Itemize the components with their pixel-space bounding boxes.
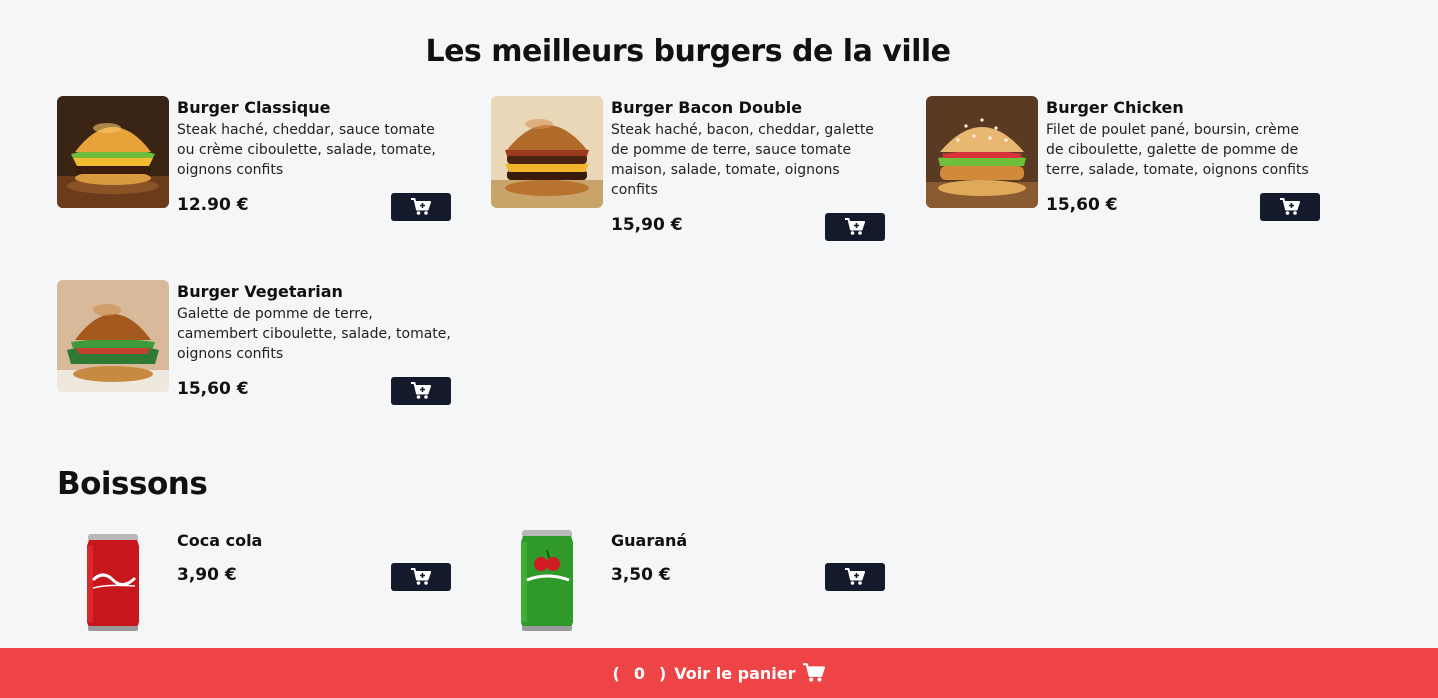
product-price: 12.90 € [177, 195, 249, 215]
add-to-cart-icon [845, 218, 865, 235]
product-image-burger-vegetarian [57, 280, 169, 392]
product-name: Guaraná [611, 531, 688, 550]
page-title: Les meilleurs burgers de la ville [425, 34, 951, 69]
product-description: Steak haché, bacon, cheddar, galette de … [611, 122, 874, 198]
add-to-cart-button[interactable] [825, 213, 885, 241]
add-to-cart-icon [411, 382, 431, 399]
cart-count-close-paren: ) [658, 663, 667, 683]
product-image-burger-bacon-double [491, 96, 603, 208]
product-description: Galette de pomme de terre, camembert cib… [177, 306, 451, 362]
add-to-cart-icon [411, 198, 431, 215]
add-to-cart-button[interactable] [1260, 193, 1320, 221]
product-name: Coca cola [177, 531, 263, 550]
add-to-cart-button[interactable] [825, 563, 885, 591]
cart-icon [803, 663, 826, 682]
view-cart-label: Voir le panier [674, 663, 796, 683]
product-price: 15,60 € [1046, 195, 1118, 215]
product-price: 3,90 € [177, 565, 237, 585]
product-name: Burger Vegetarian [177, 282, 343, 301]
cart-count: 0 [633, 663, 645, 683]
product-price: 15,90 € [611, 215, 683, 235]
view-cart-bar[interactable]: ( 0 ) Voir le panier [0, 648, 1438, 698]
section-title-drinks: Boissons [57, 466, 208, 502]
product-image-burger-classique [57, 96, 169, 208]
add-to-cart-button[interactable] [391, 193, 451, 221]
product-description: Filet de poulet pané, boursin, crème de … [1046, 122, 1309, 178]
product-name: Burger Chicken [1046, 98, 1184, 117]
product-image-coca-cola [57, 524, 169, 636]
product-image-guarana [491, 524, 603, 636]
product-description: Steak haché, cheddar, sauce tomate ou cr… [177, 122, 436, 178]
add-to-cart-icon [411, 568, 431, 585]
add-to-cart-button[interactable] [391, 377, 451, 405]
cart-count-open-paren: ( [612, 663, 620, 683]
add-to-cart-icon [1280, 198, 1300, 215]
product-name: Burger Classique [177, 98, 331, 117]
add-to-cart-icon [845, 568, 865, 585]
product-image-burger-chicken [926, 96, 1038, 208]
product-price: 15,60 € [177, 379, 249, 399]
product-price: 3,50 € [611, 565, 671, 585]
product-name: Burger Bacon Double [611, 98, 803, 117]
add-to-cart-button[interactable] [391, 563, 451, 591]
